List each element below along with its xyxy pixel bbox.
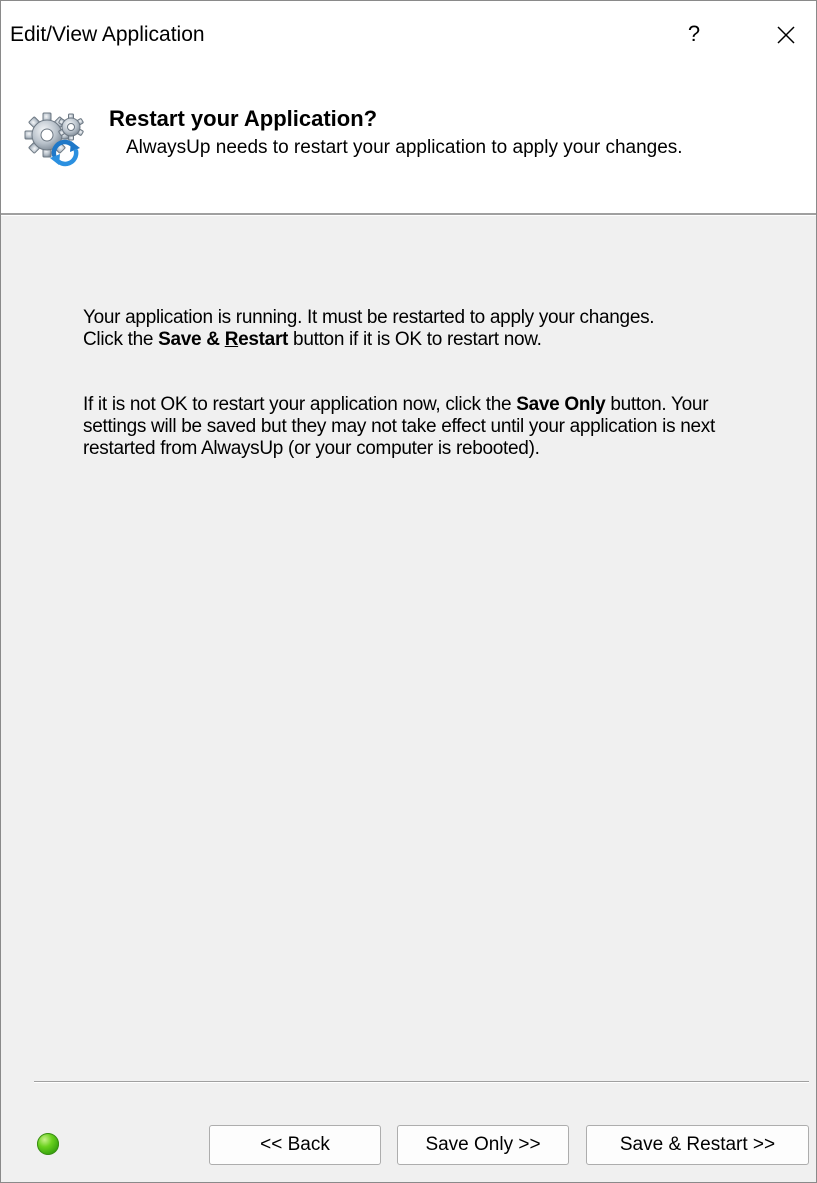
window-title: Edit/View Application <box>10 23 205 46</box>
dialog-window: Edit/View Application ? Restart your App… <box>0 0 817 1183</box>
save-only-emphasis: Save Only <box>516 394 606 415</box>
close-icon <box>777 26 795 44</box>
header-title: Restart your Application? <box>109 106 378 131</box>
paragraph-2-pre: If it is not OK to restart your applicat… <box>83 394 517 415</box>
emphasis-part-a: Save & <box>158 329 225 350</box>
title-bar: Edit/View Application ? <box>1 1 816 67</box>
header-banner: Restart your Application? AlwaysUp needs… <box>1 67 816 213</box>
header-divider <box>1 213 816 216</box>
save-only-button[interactable]: Save Only >> <box>397 1125 569 1165</box>
gears-restart-icon <box>24 112 84 167</box>
emphasis-part-b: estart <box>238 329 289 350</box>
message-body: Your application is running. It must be … <box>83 307 763 460</box>
message-paragraph-1: Your application is running. It must be … <box>83 307 763 351</box>
save-restart-button[interactable]: Save & Restart >> <box>586 1125 809 1165</box>
emphasis-mnemonic: R <box>224 329 239 350</box>
paragraph-1-post: button if it is OK to restart now. <box>288 329 542 350</box>
paragraph-1-pre: Click the <box>83 329 159 350</box>
help-button[interactable]: ? <box>679 19 709 49</box>
back-button[interactable]: << Back <box>209 1125 381 1165</box>
paragraph-1-line-1: Your application is running. It must be … <box>83 307 655 328</box>
close-button[interactable] <box>771 21 801 51</box>
footer-divider <box>34 1081 809 1083</box>
message-paragraph-2: If it is not OK to restart your applicat… <box>83 394 763 460</box>
save-restart-emphasis: Save & Restart <box>158 329 288 350</box>
header-subtitle: AlwaysUp needs to restart your applicati… <box>126 137 683 158</box>
status-indicator-icon <box>37 1133 59 1155</box>
